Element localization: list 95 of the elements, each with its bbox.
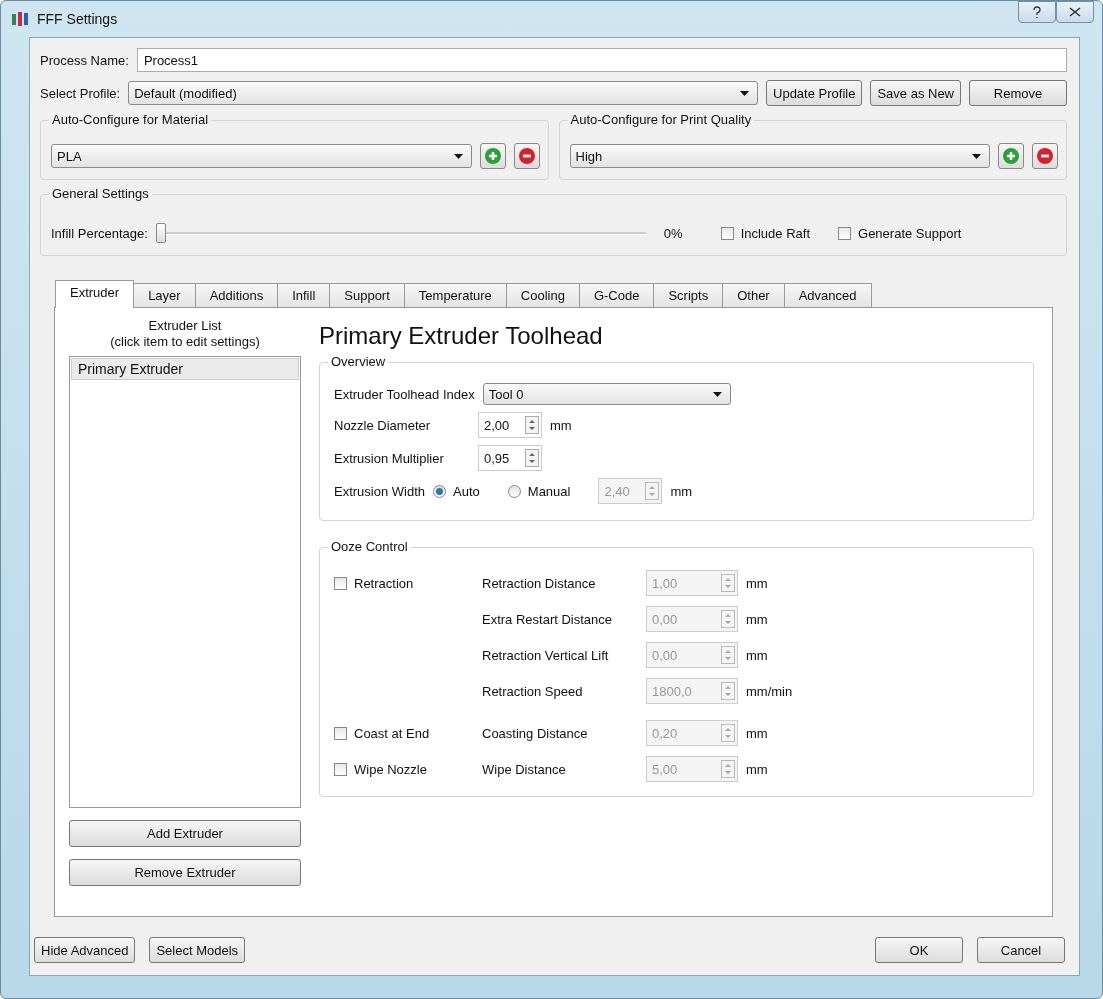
profile-button[interactable]: Update Profile [766, 80, 863, 106]
remove-button[interactable] [513, 143, 540, 169]
footer-button[interactable]: Select Models [149, 937, 246, 963]
spin-arrows-icon [721, 682, 735, 700]
slider-value: 0% [663, 225, 683, 241]
list-heading: (click item to edit settings) [109, 334, 261, 350]
tab[interactable]: Temperature [403, 283, 507, 307]
nozzle-spinbox[interactable]: 2,00 [478, 412, 542, 438]
caret-icon [972, 153, 981, 159]
multiplier-spinbox[interactable]: 0,95 [478, 445, 542, 471]
tab[interactable]: Additions [194, 283, 279, 307]
spin-arrows-icon [525, 449, 539, 467]
spin-arrows-icon [525, 416, 539, 434]
field-label: Process Name: [40, 52, 129, 68]
field-label: Retraction Vertical Lift [482, 647, 610, 663]
tab[interactable]: Cooling [505, 283, 580, 307]
spin-arrows-icon [645, 482, 660, 500]
tab[interactable]: Support [329, 283, 405, 307]
dialog-button[interactable]: OK [875, 937, 963, 963]
list-heading: Extruder List [147, 318, 223, 334]
infill-slider[interactable] [155, 221, 646, 245]
section-heading: Primary Extruder Toolhead [319, 322, 604, 350]
plus-icon [1003, 148, 1019, 164]
extruder-list-item[interactable]: Primary Extruder [71, 358, 299, 380]
help-icon [1032, 5, 1042, 19]
profile-button[interactable]: Remove [969, 80, 1067, 106]
tab[interactable]: G-Code [578, 283, 655, 307]
field-label: Extrusion Width [334, 483, 426, 499]
group-title: Auto-Configure for Material [49, 112, 212, 127]
toolhead-dropdown[interactable]: Tool 0 [482, 383, 731, 405]
profile-button[interactable]: Save as New [870, 80, 961, 106]
unit-label: mm [746, 725, 768, 741]
footer-button[interactable]: Hide Advanced [34, 937, 136, 963]
preset-dropdown[interactable]: PLA [51, 144, 472, 168]
checkbox-label: Coast at End [354, 725, 430, 741]
window-title: FFF Settings [37, 11, 118, 27]
field-label: Coasting Distance [482, 725, 589, 741]
tab[interactable]: Layer [133, 283, 196, 307]
unit-label: mm [746, 761, 768, 777]
unit-label: mm [550, 417, 572, 433]
unit-label: mm [746, 575, 768, 591]
group-title: Ooze Control [328, 539, 411, 554]
field-label: Select Profile: [40, 85, 121, 101]
radio-label: Auto [453, 483, 480, 499]
tab[interactable]: Scripts [653, 283, 724, 307]
radio-label: Manual [527, 483, 571, 499]
checkbox[interactable] [838, 226, 851, 240]
spin-arrows-icon [721, 574, 735, 592]
spin-arrows-icon [721, 760, 735, 778]
preset-dropdown[interactable]: High [569, 144, 990, 168]
field-label: Nozzle Diameter [334, 417, 432, 433]
field-label: Retraction Speed [482, 683, 584, 699]
remove-button[interactable] [1032, 143, 1058, 169]
checkbox-label: Generate Support [858, 225, 962, 241]
group-title: General Settings [49, 186, 152, 201]
field-label: Wipe Distance [482, 761, 567, 777]
add-button[interactable] [479, 143, 506, 169]
tab[interactable]: Infill [277, 283, 331, 307]
caret-icon [712, 391, 722, 397]
extruder-button[interactable]: Add Extruder [69, 820, 301, 847]
field-label: Extra Restart Distance [482, 611, 614, 627]
dialog-button[interactable]: Cancel [977, 937, 1065, 963]
tab[interactable]: Advanced [783, 283, 872, 307]
checkbox-label: Include Raft [740, 225, 810, 241]
extruder-button[interactable]: Remove Extruder [69, 859, 301, 886]
unit-label: mm/min [746, 683, 793, 699]
help-button[interactable] [1018, 1, 1056, 23]
field-label: Extruder Toolhead Index [334, 386, 475, 402]
add-button[interactable] [998, 143, 1024, 169]
group-title: Auto-Configure for Print Quality [567, 112, 755, 127]
unit-label: mm [746, 611, 768, 627]
minus-icon [1037, 148, 1053, 164]
infill-label: Infill Percentage: [51, 225, 148, 241]
field-label: Retraction Distance [482, 575, 597, 591]
profile-dropdown[interactable]: Default (modified) [128, 81, 758, 105]
minus-icon [518, 148, 535, 164]
field-label: Extrusion Multiplier [334, 450, 445, 466]
caret-icon [453, 153, 463, 159]
caret-icon [740, 90, 749, 96]
checkbox-label: Retraction [354, 575, 414, 591]
unit-label: mm [746, 647, 768, 663]
unit-label: mm [670, 483, 693, 499]
group-title: Overview [328, 354, 389, 369]
tab[interactable]: Extruder [55, 280, 135, 308]
checkbox-label: Wipe Nozzle [354, 761, 427, 777]
tab[interactable]: Other [722, 283, 785, 307]
plus-icon [484, 148, 501, 164]
close-button[interactable] [1056, 1, 1094, 23]
app-logo-icon [11, 11, 29, 27]
spin-arrows-icon [721, 610, 735, 628]
close-icon [1069, 7, 1081, 17]
spin-arrows-icon [721, 646, 735, 664]
spin-arrows-icon [721, 724, 735, 742]
process-name-field[interactable]: Process1 [136, 48, 1067, 72]
checkbox[interactable] [720, 226, 734, 240]
